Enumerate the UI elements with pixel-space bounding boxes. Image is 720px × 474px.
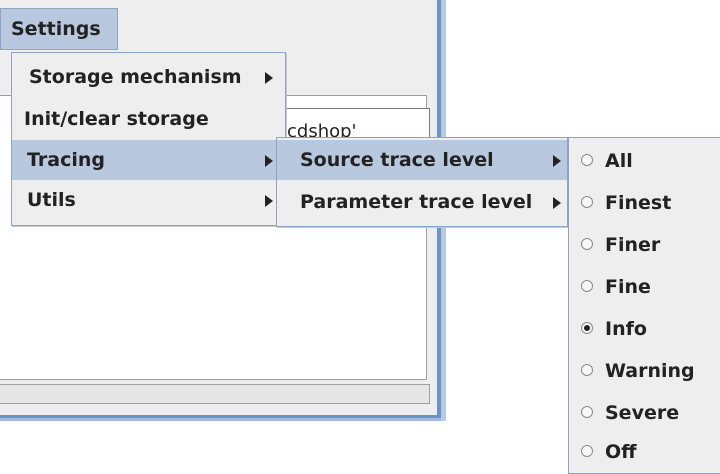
- radio-option-info[interactable]: Info: [569, 309, 720, 349]
- menu-item-utils[interactable]: Utils: [12, 180, 285, 220]
- radio-option-all[interactable]: All: [569, 141, 720, 181]
- radio-option-severe[interactable]: Severe: [569, 393, 720, 433]
- radio-option-label: Severe: [605, 402, 680, 424]
- submenu-arrow-icon: [265, 155, 273, 167]
- settings-menu: Storage mechanism Init/clear storage Tra…: [11, 52, 286, 226]
- submenu-arrow-icon: [553, 155, 561, 167]
- radio-option-warning[interactable]: Warning: [569, 351, 720, 391]
- radio-option-label: Finer: [605, 234, 661, 256]
- menu-item-label: Init/clear storage: [24, 108, 209, 130]
- radio-button: [581, 406, 593, 418]
- radio-option-fine[interactable]: Fine: [569, 267, 720, 307]
- radio-option-label: Off: [605, 441, 637, 463]
- menu-item-init-clear-storage[interactable]: Init/clear storage: [12, 99, 285, 139]
- menu-item-parameter-trace-level[interactable]: Parameter trace level: [277, 182, 567, 222]
- menu-item-tracing[interactable]: Tracing: [12, 140, 285, 180]
- radio-button: [581, 238, 593, 250]
- menubar: Settings: [0, 0, 437, 51]
- radio-option-finest[interactable]: Finest: [569, 183, 720, 223]
- settings-menu-button[interactable]: Settings: [0, 8, 118, 50]
- radio-option-label: Warning: [605, 360, 695, 382]
- menu-item-label: Tracing: [27, 149, 105, 171]
- submenu-arrow-icon: [553, 197, 561, 209]
- radio-button: [581, 364, 593, 376]
- radio-option-label: Info: [605, 318, 647, 340]
- radio-option-finer[interactable]: Finer: [569, 225, 720, 265]
- radio-button: [581, 280, 593, 292]
- submenu-arrow-icon: [265, 195, 273, 207]
- radio-button: [581, 196, 593, 208]
- radio-option-off[interactable]: Off: [569, 432, 720, 472]
- radio-button-checked: [581, 322, 593, 334]
- menu-item-label: Parameter trace level: [300, 191, 533, 213]
- radio-button: [581, 445, 593, 457]
- radio-button: [581, 154, 593, 166]
- menu-item-label: Utils: [27, 189, 76, 211]
- tracing-submenu: Source trace level Parameter trace level: [276, 137, 568, 227]
- submenu-arrow-icon: [265, 72, 273, 84]
- source-trace-level-submenu: All Finest Finer Fine Info Warning Sever…: [568, 137, 720, 474]
- menu-item-storage-mechanism[interactable]: Storage mechanism: [12, 57, 285, 97]
- radio-option-label: Fine: [605, 276, 651, 298]
- menu-item-label: Storage mechanism: [29, 66, 242, 88]
- radio-option-label: All: [605, 150, 633, 172]
- menu-item-source-trace-level[interactable]: Source trace level: [277, 140, 567, 180]
- menu-item-label: Source trace level: [300, 149, 494, 171]
- radio-option-label: Finest: [605, 192, 672, 214]
- horizontal-scrollbar[interactable]: [0, 384, 430, 404]
